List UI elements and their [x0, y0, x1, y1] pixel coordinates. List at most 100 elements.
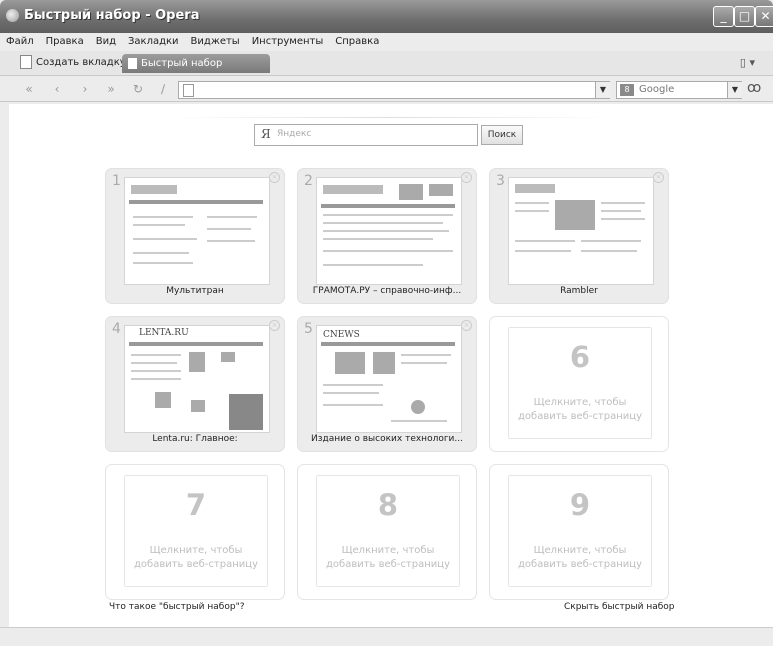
trash-icon[interactable]: ▯ ▾	[740, 56, 755, 69]
speed-dial-tile-3[interactable]: 3 × Rambler	[489, 168, 669, 304]
speed-dial-tile-1[interactable]: 1 × Мультитран	[105, 168, 285, 304]
thumb-line	[207, 216, 257, 218]
rewind-icon[interactable]: «	[22, 82, 36, 96]
thumb-line	[401, 362, 447, 364]
lenta-logo: LENTA.RU	[139, 328, 189, 338]
tile-hint: Щелкните, чтобы добавить веб-страницу	[326, 545, 450, 570]
maximize-button[interactable]: □	[734, 6, 755, 27]
speed-dial-tile-8[interactable]: 8 Щелкните, чтобы добавить веб-страницу	[297, 464, 477, 600]
thumb-line	[515, 210, 549, 212]
menu-edit[interactable]: Правка	[46, 33, 84, 51]
thumb-line	[207, 228, 251, 230]
thumb-line	[581, 250, 637, 252]
tile-hint: Щелкните, чтобы добавить веб-страницу	[518, 397, 642, 422]
search-field[interactable]: 8 Google ▼	[616, 81, 742, 99]
menu-help[interactable]: Справка	[335, 33, 379, 51]
empty-slot: 8 Щелкните, чтобы добавить веб-страницу	[316, 475, 460, 587]
speed-dial-tile-9[interactable]: 9 Щелкните, чтобы добавить веб-страницу	[489, 464, 669, 600]
thumb-image	[335, 352, 365, 374]
close-tile-icon[interactable]: ×	[653, 172, 664, 183]
thumb-line	[323, 230, 449, 232]
menu-widgets[interactable]: Виджеты	[191, 33, 240, 51]
menu-file[interactable]: Файл	[6, 33, 34, 51]
thumb-image	[221, 352, 235, 362]
thumb-image	[229, 394, 263, 430]
minimize-button[interactable]: _	[713, 6, 734, 27]
close-button[interactable]: ✕	[755, 6, 773, 27]
speed-dial-tile-4[interactable]: 4 × LENTA.RU Lenta.ru: Главное:	[105, 316, 285, 452]
what-is-speed-dial-link[interactable]: Что такое "быстрый набор"?	[109, 602, 244, 612]
yandex-search-input[interactable]: Я Яндекс	[254, 124, 478, 146]
thumb-line	[131, 370, 181, 372]
page-icon	[183, 84, 194, 97]
page-thumbnail	[124, 177, 270, 285]
edit-icon[interactable]: ∕	[156, 82, 170, 96]
page-thumbnail	[316, 177, 462, 285]
yandex-search-button[interactable]: Поиск	[481, 125, 523, 145]
yandex-logo: Я	[261, 127, 271, 141]
thumb-line	[401, 354, 451, 356]
close-tile-icon[interactable]: ×	[269, 320, 280, 331]
address-dropdown-icon[interactable]: ▼	[595, 82, 610, 98]
address-field[interactable]: ▼	[178, 81, 610, 99]
close-tile-icon[interactable]: ×	[461, 320, 472, 331]
page-thumbnail	[508, 177, 654, 285]
empty-slot: 7 Щелкните, чтобы добавить веб-страницу	[124, 475, 268, 587]
speed-dial-tile-6[interactable]: 6 Щелкните, чтобы добавить веб-страницу	[489, 316, 669, 452]
menu-bookmarks[interactable]: Закладки	[128, 33, 179, 51]
menu-tools[interactable]: Инструменты	[252, 33, 324, 51]
divider	[169, 117, 609, 118]
tab-speed-dial[interactable]: Быстрый набор	[122, 54, 270, 73]
new-tab-button[interactable]: Создать вкладку	[20, 54, 126, 72]
speed-dial-page: Я Яндекс Поиск 1 × Мультитран 2 × ГРАМОТ…	[9, 104, 773, 627]
speed-dial-tile-7[interactable]: 7 Щелкните, чтобы добавить веб-страницу	[105, 464, 285, 600]
thumb-line	[207, 240, 255, 242]
thumb-line	[323, 222, 443, 224]
forward-icon[interactable]: ›	[78, 82, 92, 96]
thumb-line	[601, 210, 641, 212]
thumb-nav	[321, 204, 455, 208]
empty-slot: 9 Щелкните, чтобы добавить веб-страницу	[508, 475, 652, 587]
thumb-line	[515, 250, 571, 252]
page-thumbnail: LENTA.RU	[124, 325, 270, 433]
thumb-line	[323, 404, 383, 406]
thumb-header	[131, 185, 177, 194]
thumb-line	[131, 378, 181, 380]
fast-forward-icon[interactable]: »	[104, 82, 118, 96]
speed-dial-tile-5[interactable]: 5 × CNEWS Издание о высоких технологи...	[297, 316, 477, 452]
tab-bar: Создать вкладку Быстрый набор	[0, 51, 773, 76]
thumb-image	[429, 184, 453, 196]
zoom-glasses-icon[interactable]: ꝏ	[747, 80, 761, 96]
thumb-line	[133, 262, 193, 264]
tile-caption: Lenta.ru: Главное:	[152, 434, 238, 444]
thumb-header	[323, 185, 383, 194]
reload-icon[interactable]: ↻	[131, 82, 145, 96]
thumb-image	[189, 352, 205, 372]
tile-number: 7	[185, 488, 207, 522]
thumb-image	[555, 200, 595, 230]
tile-caption: Издание о высоких технологи...	[310, 434, 463, 444]
thumb-image	[155, 392, 171, 408]
tile-number: 5	[304, 321, 313, 337]
thumb-nav	[129, 200, 263, 204]
menu-bar: Файл Правка Вид Закладки Виджеты Инструменты С…	[0, 33, 773, 51]
search-dropdown-icon[interactable]: ▼	[727, 82, 742, 98]
thumb-line	[581, 240, 641, 242]
tile-number: 8	[377, 488, 399, 522]
thumb-line	[133, 252, 189, 254]
thumb-header	[515, 184, 555, 193]
back-icon[interactable]: ‹	[50, 82, 64, 96]
menu-view[interactable]: Вид	[96, 33, 116, 51]
thumb-line	[131, 362, 177, 364]
close-tile-icon[interactable]: ×	[461, 172, 472, 183]
thumb-line	[515, 202, 549, 204]
tile-caption: ГРАМОТА.РУ – справочно-инф...	[312, 286, 462, 296]
hide-speed-dial-link[interactable]: Скрыть быстрый набор	[564, 602, 675, 612]
window-title: Быстрый набор - Opera	[24, 8, 200, 23]
close-tile-icon[interactable]: ×	[269, 172, 280, 183]
google-icon: 8	[620, 84, 634, 96]
speed-dial-tile-2[interactable]: 2 × ГРАМОТА.РУ – справочно-инф...	[297, 168, 477, 304]
thumb-line	[133, 224, 185, 226]
thumb-line	[391, 420, 447, 422]
browser-window: Быстрый набор - Opera _ □ ✕ Файл Правка Ви…	[0, 0, 773, 646]
